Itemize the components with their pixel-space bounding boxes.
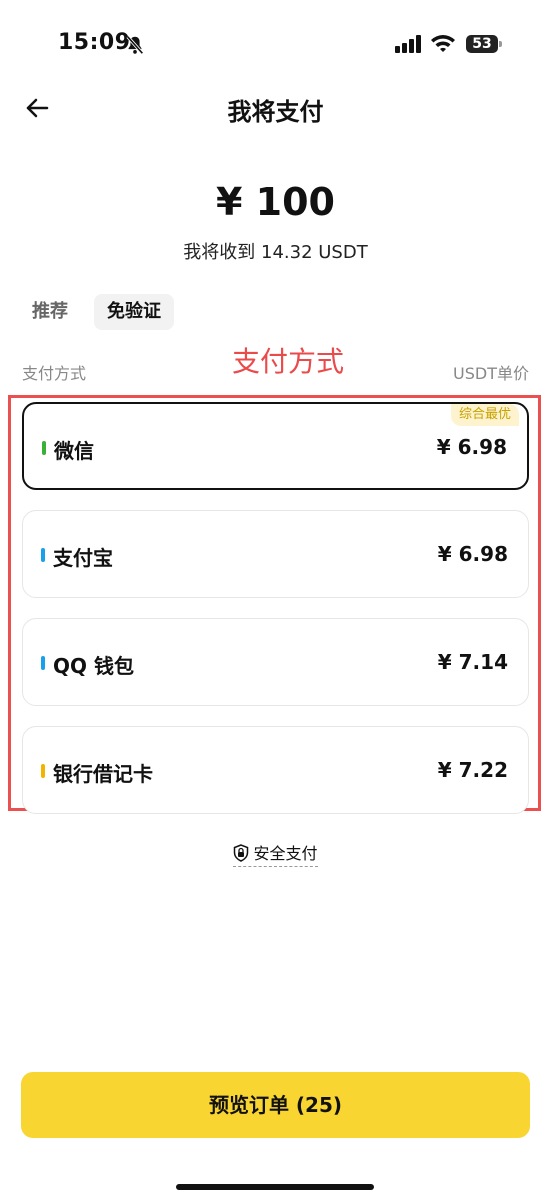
- method-price: ¥ 6.98: [437, 542, 508, 566]
- receive-amount: 我将收到 14.32 USDT: [183, 242, 368, 263]
- column-header-price: USDT单价: [453, 364, 529, 383]
- method-color-bar: [41, 764, 45, 778]
- preview-order-button[interactable]: 预览订单 (25): [21, 1072, 530, 1138]
- payment-method-alipay[interactable]: 支付宝 ¥ 6.98: [22, 510, 529, 598]
- secure-payment: 安全支付: [0, 840, 551, 867]
- best-overall-badge: 综合最优: [450, 404, 519, 426]
- battery-icon: 53: [466, 35, 502, 53]
- wifi-icon: [431, 35, 455, 52]
- method-color-bar: [42, 441, 46, 455]
- home-indicator: [176, 1184, 374, 1190]
- status-bar: 15:09 53: [0, 0, 551, 90]
- column-header-method: 支付方式: [22, 364, 87, 383]
- status-time: 15:09: [58, 30, 131, 55]
- method-price: ¥ 7.22: [437, 758, 508, 782]
- method-color-bar: [41, 548, 45, 562]
- payment-method-wechat[interactable]: 微信 ¥ 6.98 综合最优: [22, 402, 529, 490]
- signal-icon: [395, 35, 421, 53]
- secure-payment-link[interactable]: 安全支付: [233, 840, 318, 867]
- page-title: 我将支付: [227, 98, 324, 126]
- tab-recommend[interactable]: 推荐: [20, 294, 92, 330]
- method-price: ¥ 7.14: [437, 650, 508, 674]
- battery-level: 53: [466, 35, 498, 53]
- secure-payment-label: 安全支付: [253, 844, 318, 863]
- payment-method-qq-wallet[interactable]: QQ 钱包 ¥ 7.14: [22, 618, 529, 706]
- payment-method-bank-debit-card[interactable]: 银行借记卡 ¥ 7.22: [22, 726, 529, 814]
- nav-bar: 我将支付: [0, 80, 551, 136]
- method-color-bar: [41, 656, 45, 670]
- method-price: ¥ 6.98: [436, 435, 507, 459]
- shield-lock-icon: [234, 844, 249, 862]
- method-name: 微信: [54, 439, 94, 463]
- tab-no-verification[interactable]: 免验证: [94, 294, 174, 330]
- method-name: 银行借记卡: [53, 762, 153, 786]
- pay-amount: ¥ 100: [216, 180, 335, 224]
- method-name: 支付宝: [53, 546, 113, 570]
- annotation-label: 支付方式: [232, 345, 345, 378]
- method-name: QQ 钱包: [53, 654, 134, 678]
- bell-slash-icon: [126, 35, 144, 55]
- battery-tip: [499, 41, 502, 47]
